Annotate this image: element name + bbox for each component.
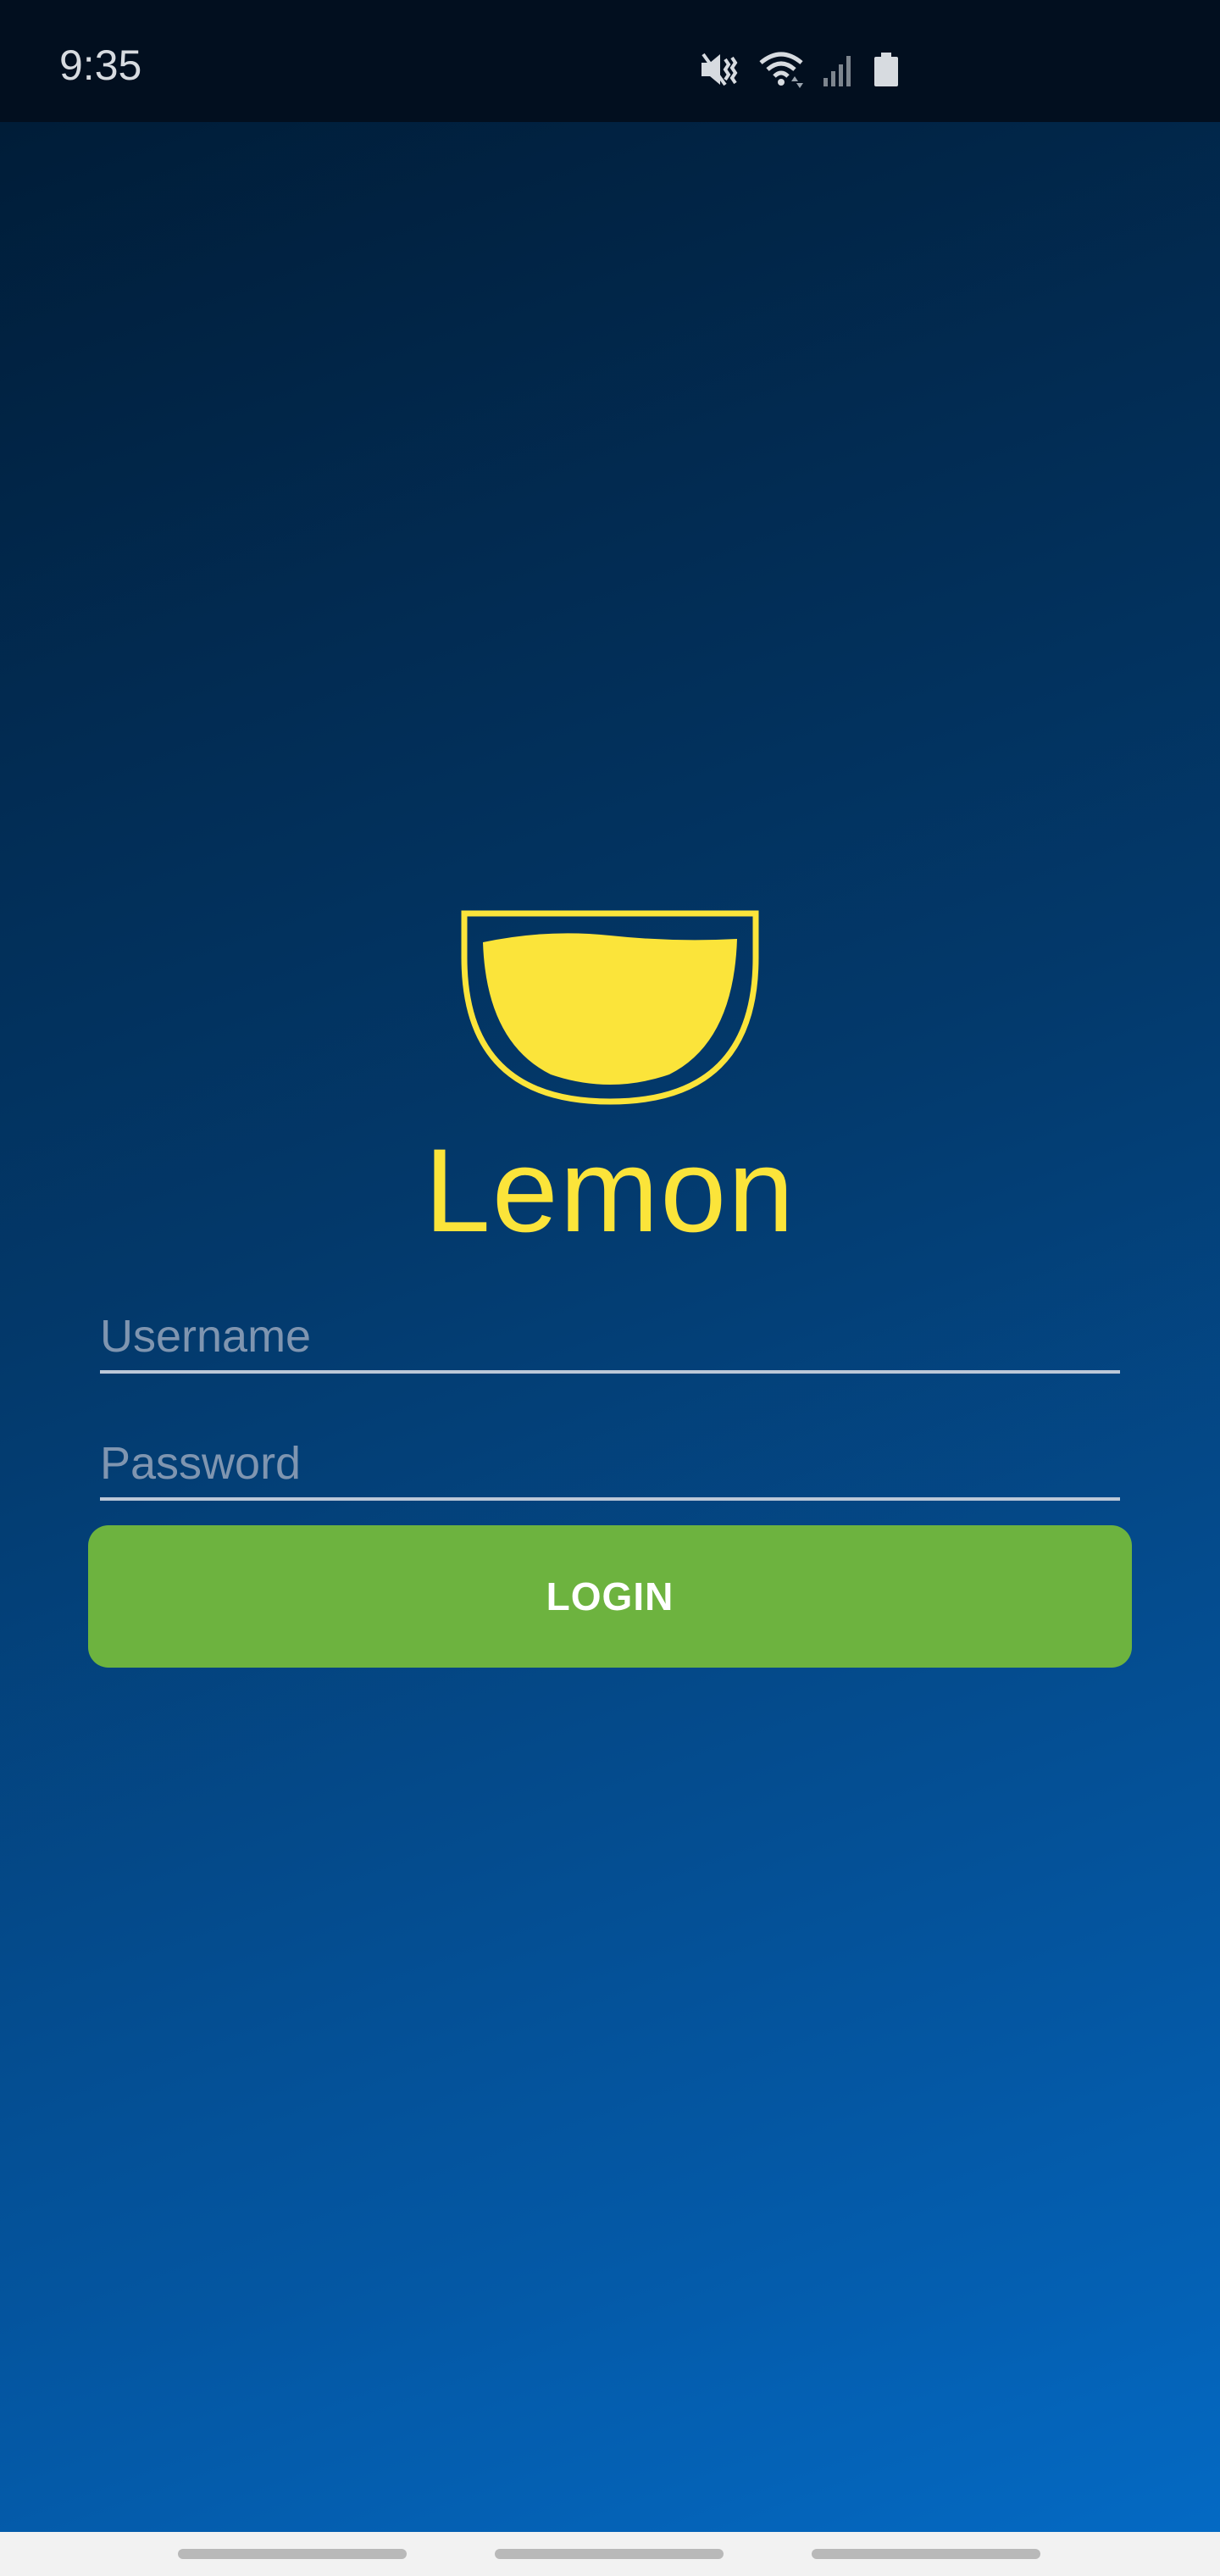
username-field[interactable] [100,1302,1120,1374]
recent-apps-button[interactable] [178,2549,407,2559]
password-field[interactable] [100,1430,1120,1501]
lemonade-bowl-icon [458,907,762,1110]
navigation-bar [0,2532,1220,2576]
back-button[interactable] [812,2549,1040,2559]
status-bar: 9:35 [0,0,1220,122]
password-input[interactable] [100,1430,1120,1497]
home-button[interactable] [495,2549,724,2559]
login-button[interactable]: LOGIN [88,1525,1132,1668]
status-time: 9:35 [59,42,142,89]
app-name: Lemon [424,1124,796,1257]
username-input[interactable] [100,1302,1120,1370]
signal-icon [822,51,856,92]
login-screen: 9:35 Lemon Username LOGIN [0,0,1220,2576]
wifi-icon [757,51,805,92]
battery-icon [873,51,900,92]
status-icons [700,51,900,92]
mute-icon [700,51,740,92]
